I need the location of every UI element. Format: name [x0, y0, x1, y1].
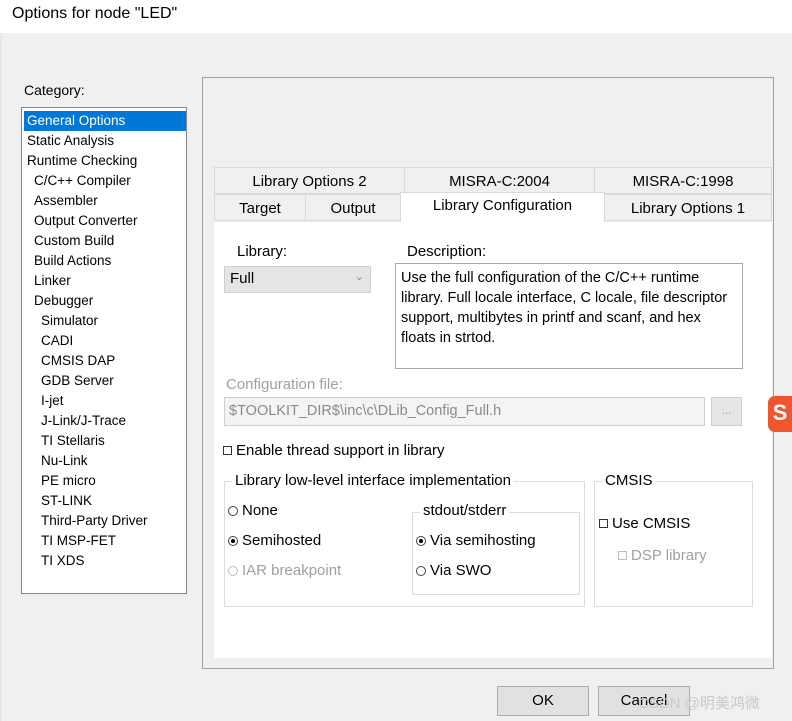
- radio-icon: [416, 565, 426, 576]
- category-item-compiler[interactable]: C/C++ Compiler: [34, 171, 131, 191]
- category-item-assembler[interactable]: Assembler: [34, 191, 98, 211]
- tab-target[interactable]: Target: [214, 194, 306, 221]
- category-label: Category:: [24, 82, 85, 98]
- category-item-simulator[interactable]: Simulator: [41, 311, 98, 331]
- radio-via-semihosting-label: Via semihosting: [430, 532, 536, 549]
- browse-button[interactable]: ...: [711, 397, 742, 426]
- config-file-input[interactable]: $TOOLKIT_DIR$\inc\c\DLib_Config_Full.h: [224, 397, 705, 426]
- category-item-linker[interactable]: Linker: [34, 271, 71, 291]
- ok-button[interactable]: OK: [497, 686, 589, 716]
- category-item-runtime-checking[interactable]: Runtime Checking: [27, 151, 137, 171]
- category-item-i-jet[interactable]: I-jet: [41, 391, 64, 411]
- radio-selected-icon: [416, 535, 426, 546]
- category-item-output-converter[interactable]: Output Converter: [34, 211, 138, 231]
- use-cmsis-label: Use CMSIS: [612, 515, 691, 532]
- category-item-general-options[interactable]: General Options: [24, 111, 186, 131]
- category-list[interactable]: General Options Static Analysis Runtime …: [21, 107, 187, 594]
- radio-selected-icon: [228, 535, 238, 546]
- category-item-st-link[interactable]: ST-LINK: [41, 491, 92, 511]
- tab-library-configuration[interactable]: Library Configuration: [400, 192, 605, 222]
- category-item-cmsis-dap[interactable]: CMSIS DAP: [41, 351, 115, 371]
- description-text: Use the full configuration of the C/C++ …: [395, 263, 743, 369]
- chevron-down-icon: ⌄: [354, 271, 364, 283]
- category-item-static-analysis[interactable]: Static Analysis: [27, 131, 114, 151]
- radio-via-swo[interactable]: Via SWO: [416, 562, 491, 579]
- tab-misra-c-1998[interactable]: MISRA-C:1998: [594, 167, 772, 194]
- radio-none-label: None: [242, 502, 278, 519]
- tab-misra-c-2004[interactable]: MISRA-C:2004: [404, 167, 595, 194]
- library-select[interactable]: Full ⌄: [224, 266, 371, 293]
- library-select-value: Full: [230, 270, 255, 287]
- cmsis-groupbox: [594, 481, 753, 607]
- radio-semihosted[interactable]: Semihosted: [228, 532, 321, 549]
- category-item-debugger[interactable]: Debugger: [34, 291, 93, 311]
- dsp-library-checkbox[interactable]: DSP library: [618, 547, 707, 564]
- category-item-jlink[interactable]: J-Link/J-Trace: [41, 411, 126, 431]
- cmsis-title: CMSIS: [602, 472, 656, 489]
- category-item-ti-xds[interactable]: TI XDS: [41, 551, 85, 571]
- side-s-icon[interactable]: S: [768, 396, 792, 432]
- watermark-text: CSDN @明美鸿微: [638, 695, 760, 712]
- description-label: Description:: [407, 243, 487, 260]
- radio-icon: [228, 505, 238, 516]
- category-item-nu-link[interactable]: Nu-Link: [41, 451, 88, 471]
- radio-none[interactable]: None: [228, 502, 278, 519]
- config-file-label: Configuration file:: [226, 376, 343, 393]
- thread-support-checkbox[interactable]: Enable thread support in library: [223, 442, 444, 459]
- lowlevel-title: Library low-level interface implementati…: [232, 472, 514, 489]
- category-item-cadi[interactable]: CADI: [41, 331, 73, 351]
- category-item-third-party-driver[interactable]: Third-Party Driver: [41, 511, 148, 531]
- dsp-library-label: DSP library: [631, 547, 707, 564]
- checkbox-icon: [223, 446, 232, 455]
- thread-support-label: Enable thread support in library: [236, 442, 445, 459]
- category-item-pe-micro[interactable]: PE micro: [41, 471, 96, 491]
- window-edge: [0, 33, 2, 721]
- radio-via-swo-label: Via SWO: [430, 562, 492, 579]
- category-item-gdb-server[interactable]: GDB Server: [41, 371, 114, 391]
- stdout-title: stdout/stderr: [420, 502, 510, 519]
- stdout-groupbox: [412, 512, 580, 595]
- category-item-ti-msp-fet[interactable]: TI MSP-FET: [41, 531, 116, 551]
- radio-icon: [228, 565, 238, 576]
- checkbox-icon: [599, 519, 608, 528]
- window-title: Options for node "LED": [12, 5, 178, 22]
- radio-iar-breakpoint[interactable]: IAR breakpoint: [228, 562, 341, 579]
- title-bar: Options for node "LED": [0, 0, 792, 33]
- radio-iar-breakpoint-label: IAR breakpoint: [242, 562, 342, 579]
- library-label: Library:: [237, 243, 288, 260]
- tab-output[interactable]: Output: [305, 194, 401, 221]
- radio-semihosted-label: Semihosted: [242, 532, 322, 549]
- checkbox-icon: [618, 551, 627, 560]
- category-item-build-actions[interactable]: Build Actions: [34, 251, 111, 271]
- use-cmsis-checkbox[interactable]: Use CMSIS: [599, 515, 690, 532]
- tab-library-options-1[interactable]: Library Options 1: [604, 194, 772, 221]
- radio-via-semihosting[interactable]: Via semihosting: [416, 532, 536, 549]
- tab-library-options-2[interactable]: Library Options 2: [214, 167, 405, 194]
- category-item-custom-build[interactable]: Custom Build: [34, 231, 114, 251]
- category-item-ti-stellaris[interactable]: TI Stellaris: [41, 431, 105, 451]
